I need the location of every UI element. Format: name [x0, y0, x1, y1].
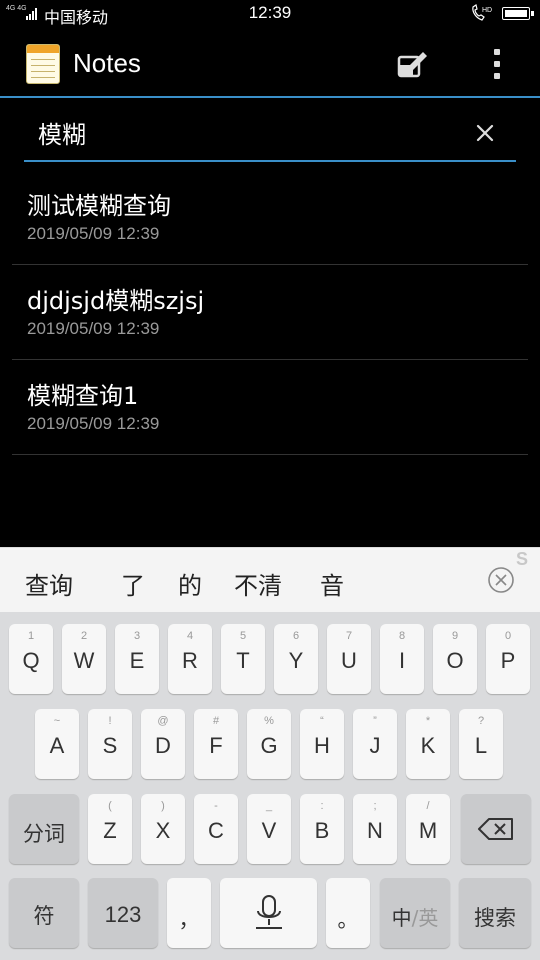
notes-list: 测试模糊查询 2019/05/09 12:39 djdjsjd模糊szjsj 2… — [12, 170, 528, 455]
backspace-key[interactable] — [461, 794, 531, 864]
key-s[interactable]: ! S — [88, 709, 132, 779]
note-title: 测试模糊查询 — [27, 192, 171, 220]
more-options-icon[interactable] — [484, 46, 510, 82]
note-title: 模糊查询1 — [27, 382, 139, 410]
key-x[interactable]: ) X — [141, 794, 185, 864]
search-bar — [24, 104, 516, 162]
notes-app-icon — [26, 44, 60, 84]
list-item[interactable]: 模糊查询1 2019/05/09 12:39 — [12, 360, 528, 455]
key-r[interactable]: 4R — [168, 624, 212, 694]
battery-icon — [502, 7, 534, 20]
ime-logo-mark: S — [516, 549, 529, 569]
hd-badge: HD — [482, 7, 492, 14]
key-e[interactable]: 3E — [115, 624, 159, 694]
fenci-key[interactable]: 分词 — [9, 794, 79, 864]
period-key[interactable]: 。 — [326, 878, 370, 948]
list-item[interactable]: 测试模糊查询 2019/05/09 12:39 — [12, 170, 528, 265]
key-k[interactable]: * K — [406, 709, 450, 779]
microphone-icon — [255, 895, 282, 929]
key-z[interactable]: (Z — [88, 794, 132, 864]
key-o[interactable]: 9O — [433, 624, 477, 694]
lang-en-label: 英 — [418, 906, 439, 930]
key-n[interactable]: ; N — [353, 794, 397, 864]
key-j[interactable]: ” J — [353, 709, 397, 779]
space-key[interactable] — [220, 878, 317, 948]
key-t[interactable]: 5T — [221, 624, 265, 694]
language-switch-key[interactable]: 中/英 — [380, 878, 450, 948]
key-m[interactable]: / M — [406, 794, 450, 864]
key-v[interactable]: _ V — [247, 794, 291, 864]
candidate-item[interactable]: 音 — [320, 566, 344, 601]
symbol-key[interactable]: 符 — [9, 878, 79, 948]
key-g[interactable]: % G — [247, 709, 291, 779]
search-key[interactable]: 搜索 — [459, 878, 531, 948]
candidate-item[interactable]: 的 — [178, 566, 202, 601]
key-f[interactable]: # F — [194, 709, 238, 779]
key-c[interactable]: -C — [194, 794, 238, 864]
candidate-bar: 查询 了 的 不清 音 — [0, 547, 540, 612]
compose-icon[interactable] — [396, 48, 430, 80]
circle-close-icon[interactable] — [486, 565, 516, 595]
note-date: 2019/05/09 12:39 — [27, 414, 160, 433]
close-icon[interactable] — [470, 118, 500, 148]
key-h[interactable]: “H — [300, 709, 344, 779]
keyboard: 1Q 2W 3E 4R 5T 6Y 7U 8I 9O 0P ~ A ! S @ D #… — [0, 612, 540, 960]
number-key[interactable]: 123 — [88, 878, 158, 948]
list-item[interactable]: djdjsjd模糊szjsj 2019/05/09 12:39 — [12, 265, 528, 360]
key-l[interactable]: ? L — [459, 709, 503, 779]
key-b[interactable]: :B — [300, 794, 344, 864]
lang-cn-label: 中 — [391, 906, 412, 930]
key-i[interactable]: 8I — [380, 624, 424, 694]
comma-key[interactable]: ， — [167, 878, 211, 948]
candidate-item[interactable]: 了 — [121, 566, 145, 601]
note-date: 2019/05/09 12:39 — [27, 224, 160, 243]
status-time: 12:39 — [248, 3, 292, 22]
backspace-icon — [478, 818, 513, 840]
candidate-item[interactable]: 不清 — [234, 566, 282, 601]
key-w[interactable]: 2W — [62, 624, 106, 694]
search-input[interactable] — [38, 114, 458, 150]
note-title: djdjsjd模糊szjsj — [27, 287, 205, 315]
key-y[interactable]: 6Y — [274, 624, 318, 694]
key-q[interactable]: 1Q — [9, 624, 53, 694]
status-bar: 4G 4G 中国移动 12:39 HD — [0, 0, 540, 28]
note-date: 2019/05/09 12:39 — [27, 319, 160, 338]
hd-call-icon: HD — [470, 4, 492, 22]
candidate-item[interactable]: 查询 — [25, 566, 73, 601]
app-title: Notes — [73, 48, 141, 78]
key-d[interactable]: @ D — [141, 709, 185, 779]
key-u[interactable]: 7U — [327, 624, 371, 694]
app-bar: Notes — [0, 28, 540, 98]
key-p[interactable]: 0P — [486, 624, 530, 694]
key-a[interactable]: ~ A — [35, 709, 79, 779]
